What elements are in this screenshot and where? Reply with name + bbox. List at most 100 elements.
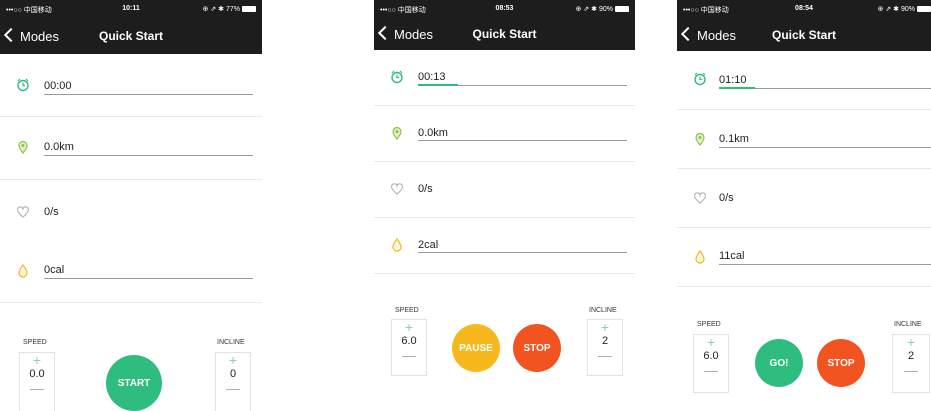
calories-value: 11cal <box>719 250 745 262</box>
time-progress <box>418 84 458 86</box>
phone-screen-1: •••○○ 中国移动 10:11 ⊕ ⇗ ✱ 77% Modes Quick S… <box>0 0 262 411</box>
incline-minus-button[interactable]: — <box>216 381 250 395</box>
top-bar: •••○○ 中国移动 08:53 ⊕ ⇗ ✱ 90% Modes Quick S… <box>374 0 635 50</box>
incline-plus-button[interactable]: + <box>216 353 250 367</box>
incline-stepper: + 2 — <box>587 319 623 376</box>
clock-icon <box>391 70 403 84</box>
status-indicators: ⊕ ⇗ ✱ 77% <box>202 6 240 13</box>
flame-icon <box>695 250 705 264</box>
battery-icon <box>615 6 629 13</box>
heart-icon <box>16 206 30 218</box>
calories-track <box>719 264 931 265</box>
status-bar: •••○○ 中国移动 08:54 ⊕ ⇗ ✱ 90% <box>677 0 931 18</box>
calories-row: 11cal <box>677 228 931 287</box>
time-value: 00:00 <box>44 80 72 92</box>
incline-label: INCLINE <box>217 339 245 346</box>
status-bar: •••○○ 中国移动 10:11 ⊕ ⇗ ✱ 77% <box>0 0 262 18</box>
distance-track <box>44 155 253 156</box>
pulse-row: 0/s <box>374 162 635 218</box>
incline-plus-button[interactable]: + <box>588 320 622 334</box>
time-row: 00:13 <box>374 50 635 106</box>
status-right: ⊕ ⇗ ✱ 90% <box>576 5 629 13</box>
speed-plus-button[interactable]: + <box>20 353 54 367</box>
distance-track <box>418 140 627 141</box>
incline-stepper: + 2 — <box>892 334 930 393</box>
time-value: 01:10 <box>719 74 747 86</box>
incline-label: INCLINE <box>589 307 617 314</box>
flame-icon <box>392 238 402 252</box>
location-pin-icon <box>695 132 705 146</box>
incline-minus-button[interactable]: — <box>893 363 929 377</box>
clock-icon <box>17 78 29 92</box>
status-indicators: ⊕ ⇗ ✱ 90% <box>877 6 915 13</box>
time-track <box>44 94 253 95</box>
incline-label: INCLINE <box>894 321 922 328</box>
incline-value: 0 <box>229 368 237 380</box>
speed-minus-button[interactable]: — <box>20 381 54 395</box>
status-right: ⊕ ⇗ ✱ 77% <box>203 5 256 13</box>
time-value: 00:13 <box>418 71 446 83</box>
speed-stepper: + 6.0 — <box>693 334 729 393</box>
calories-value: 2cal <box>418 239 439 251</box>
incline-stepper: + 0 — <box>215 352 251 411</box>
heart-icon <box>390 183 404 195</box>
incline-minus-button[interactable]: — <box>588 348 622 362</box>
start-button[interactable]: START <box>106 355 162 411</box>
nav-bar: Modes Quick Start <box>677 17 931 51</box>
nav-bar: Modes Quick Start <box>374 16 635 50</box>
distance-row: 0.0km <box>0 117 262 180</box>
speed-label: SPEED <box>23 339 47 346</box>
pulse-value: 0/s <box>44 206 59 218</box>
distance-value: 0.1km <box>719 133 749 145</box>
go-button[interactable]: GO! <box>755 339 803 387</box>
status-indicators: ⊕ ⇗ ✱ 90% <box>575 6 613 13</box>
speed-label: SPEED <box>395 307 419 314</box>
clock-icon <box>694 72 706 86</box>
page-title: Quick Start <box>472 27 537 41</box>
stop-button[interactable]: STOP <box>513 324 561 372</box>
distance-track <box>719 147 931 148</box>
page-title: Quick Start <box>98 29 164 43</box>
phone-screen-3: •••○○ 中国移动 08:54 ⊕ ⇗ ✱ 90% Modes Quick S… <box>677 0 931 411</box>
distance-value: 0.0km <box>44 141 74 153</box>
pulse-value: 0/s <box>719 192 734 204</box>
top-bar: •••○○ 中国移动 10:11 ⊕ ⇗ ✱ 77% Modes Quick S… <box>0 0 262 54</box>
battery-icon <box>917 6 931 13</box>
phone-screen-2: •••○○ 中国移动 08:53 ⊕ ⇗ ✱ 90% Modes Quick S… <box>374 0 635 411</box>
distance-value: 0.0km <box>418 127 448 139</box>
pause-button[interactable]: PAUSE <box>452 324 500 372</box>
time-progress <box>719 87 755 89</box>
calories-row: 0cal <box>0 242 262 303</box>
speed-stepper: + 6.0 — <box>391 319 427 376</box>
location-pin-icon <box>18 140 28 154</box>
time-row: 01:10 <box>677 51 931 110</box>
nav-bar: Modes Quick Start <box>0 18 262 52</box>
speed-value: 6.0 <box>401 335 417 347</box>
calories-row: 2cal <box>374 218 635 274</box>
speed-minus-button[interactable]: — <box>392 348 426 362</box>
pulse-row: 0/s <box>0 180 262 242</box>
page-title: Quick Start <box>771 28 837 42</box>
speed-label: SPEED <box>697 321 721 328</box>
speed-stepper: + 0.0 — <box>19 352 55 411</box>
calories-track <box>44 278 253 279</box>
time-row: 00:00 <box>0 54 262 117</box>
pulse-value: 0/s <box>418 183 433 195</box>
speed-value: 0.0 <box>29 368 45 380</box>
speed-minus-button[interactable]: — <box>694 363 728 377</box>
heart-icon <box>693 192 707 204</box>
speed-plus-button[interactable]: + <box>694 335 728 349</box>
incline-value: 2 <box>601 335 609 347</box>
incline-plus-button[interactable]: + <box>893 335 929 349</box>
flame-icon <box>18 264 28 278</box>
distance-row: 0.1km <box>677 110 931 169</box>
calories-value: 0cal <box>44 264 65 276</box>
stop-button[interactable]: STOP <box>817 339 865 387</box>
battery-icon <box>242 6 256 13</box>
speed-plus-button[interactable]: + <box>392 320 426 334</box>
pulse-row: 0/s <box>677 169 931 228</box>
status-right: ⊕ ⇗ ✱ 90% <box>878 5 931 13</box>
location-pin-icon <box>392 126 402 140</box>
incline-value: 2 <box>907 350 915 362</box>
distance-row: 0.0km <box>374 106 635 162</box>
